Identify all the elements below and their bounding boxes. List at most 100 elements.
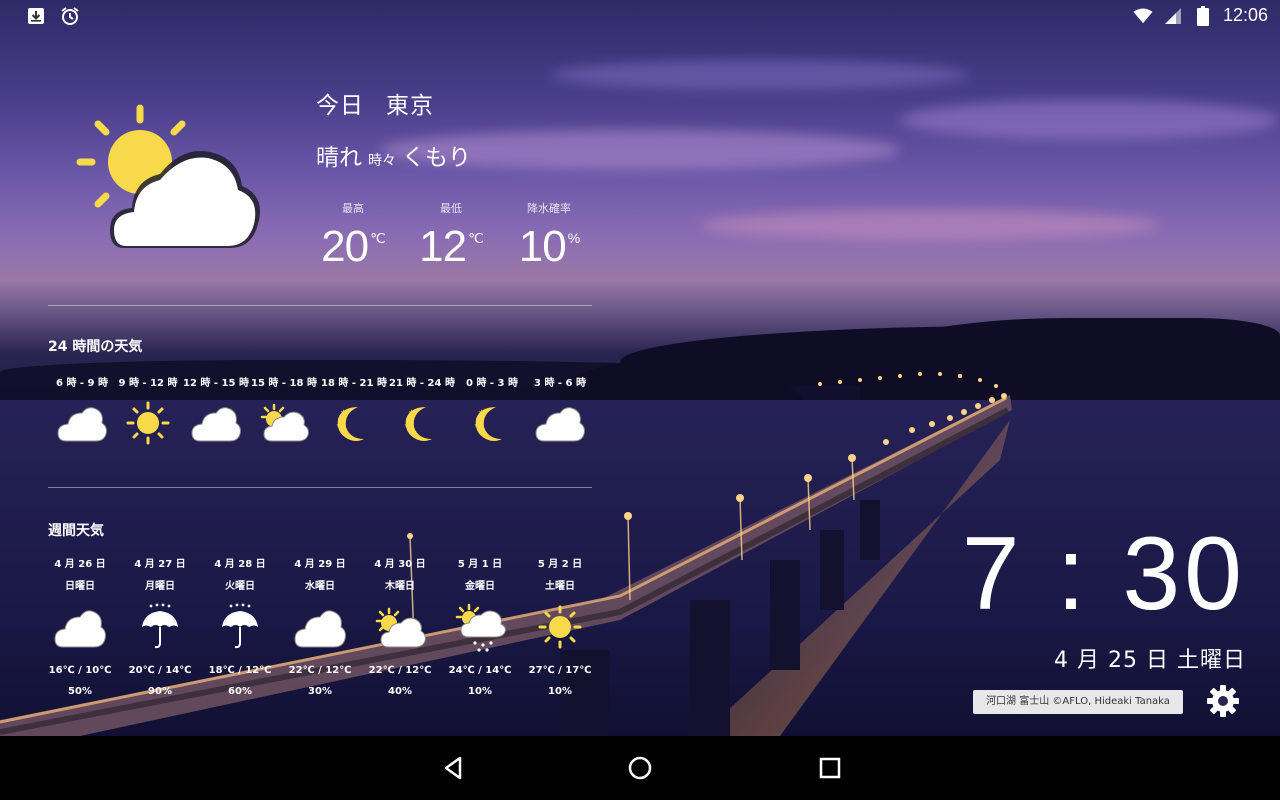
weekly-date: 4 月 30 日 [374,559,426,570]
divider-top [48,305,592,306]
today-header: 今日 東京 [316,86,434,120]
moon-icon: ★★ [336,407,364,441]
today-condition: 晴れ 時々 くもり [316,138,471,172]
hourly-item: 15 時 - 18 時 [250,374,318,445]
high-temp-stat: 最高 20 ℃ [308,200,398,272]
weekly-item: 4 月 30 日 木曜日 22℃ / 12℃ 40% [360,555,440,697]
download-box-icon [26,6,46,26]
weekly-date: 4 月 26 日 [54,559,106,570]
weekly-prob: 50% [68,686,92,697]
hourly-label: 18 時 - 21 時 [321,378,387,389]
svg-text:★: ★ [474,422,479,429]
hourly-item: 9 時 - 12 時 [114,374,182,445]
weekly-item: 4 月 26 日 日曜日 16℃ / 10℃ 50% [40,555,120,697]
hourly-label: 12 時 - 15 時 [183,378,249,389]
weekly-dow: 月曜日 [145,581,175,592]
precip-label: 降水確率 [527,202,571,215]
weekly-prob: 10% [548,686,572,697]
low-temp-stat: 最低 12 ℃ [406,200,496,272]
weekly-item: 5 月 2 日 土曜日 27℃ / 17℃ 10% [520,555,600,697]
today-day-label: 今日 [316,93,364,119]
weekly-temp: 22℃ / 12℃ [288,665,352,676]
back-triangle-icon[interactable] [440,754,468,782]
gear-icon[interactable] [1206,684,1240,718]
sun-icon [126,401,170,445]
weekly-item: 4 月 28 日 火曜日 18℃ / 12℃ 60% [200,555,280,697]
clock-time: 7 : 30 [961,516,1246,632]
condition-main: 晴れ [316,145,362,171]
hourly-label: 6 時 - 9 時 [56,378,108,389]
svg-text:★: ★ [336,422,341,429]
hourly-item: 21 時 - 24 時 ★ ★ [388,374,456,445]
high-temp-label: 最高 [342,202,364,215]
clock-date: 4 月 25 日 土曜日 [1054,648,1246,673]
weekly-dow: 水曜日 [305,581,335,592]
weekly-date: 5 月 2 日 [537,559,583,570]
weekly-forecast: 4 月 26 日 日曜日 16℃ / 10℃ 50% 4 月 27 日 月曜日 … [40,555,600,715]
hourly-item: 0 時 - 3 時 ★ ★ [458,374,526,445]
divider-middle [48,487,592,488]
sun-icon [538,605,582,649]
weekly-prob: 40% [388,686,412,697]
hourly-title: 24 時間の天気 [48,339,143,355]
sun-behind-cloud-icon [375,607,426,648]
weekly-dow: 土曜日 [545,581,575,592]
city-name[interactable]: 東京 [386,93,434,119]
hourly-item: 18 時 - 21 時 ★ ★ [320,374,388,445]
battery-icon [1193,5,1213,26]
high-temp-value: 20 [321,222,369,271]
precip-stat: 降水確率 10% [504,200,594,272]
weekly-temp: 20℃ / 14℃ [128,665,192,676]
sun-cloud-rain-icon [455,603,506,652]
svg-text:★: ★ [340,408,347,417]
weekly-dow: 火曜日 [225,581,255,592]
weekly-temp: 18℃ / 12℃ [208,665,272,676]
weekly-prob: 10% [468,686,492,697]
sun-behind-cloud-icon [76,104,260,248]
status-bar: 12:06 [0,0,1280,32]
cloud-icon [294,610,346,648]
sun-behind-cloud-icon [260,403,309,442]
weekly-temp: 27℃ / 17℃ [528,665,592,676]
weekly-date: 4 月 28 日 [214,559,266,570]
umbrella-icon [222,603,258,649]
hourly-item: 3 時 - 6 時 [526,374,594,445]
weekly-prob: 30% [308,686,332,697]
navigation-bar [0,736,1280,800]
weekly-date: 5 月 1 日 [457,559,503,570]
hourly-item: 6 時 - 9 時 [48,374,116,445]
cloud-icon [191,407,241,442]
cell-signal-icon [1163,6,1183,26]
weekly-prob: 60% [228,686,252,697]
weekly-dow: 日曜日 [65,581,95,592]
low-temp-label: 最低 [440,202,462,215]
weekly-dow: 金曜日 [465,581,495,592]
home-circle-icon[interactable] [626,754,654,782]
photo-credit: 河口湖 富士山 ©AFLO, Hideaki Tanaka [973,690,1183,714]
wifi-icon [1133,6,1153,26]
moon-icon: ★★ [474,407,502,441]
condition-connector: 時々 [368,153,396,169]
weekly-item: 5 月 1 日 金曜日 24℃ / 14℃ 10% [440,555,520,697]
low-temp-value: 12 [419,222,467,271]
recents-square-icon[interactable] [816,754,844,782]
cloud-icon [57,407,107,442]
weekly-temp: 16℃ / 10℃ [48,665,112,676]
status-time: 12:06 [1222,5,1268,25]
weekly-date: 4 月 29 日 [294,559,346,570]
weekly-temp: 24℃ / 14℃ [448,665,512,676]
hourly-item: 12 時 - 15 時 [182,374,250,445]
precip-unit: % [567,230,580,246]
moon-icon: ★★ [404,407,432,441]
umbrella-icon [142,603,178,649]
cloud-icon [535,407,585,442]
alarm-clock-icon [60,6,80,26]
hourly-label: 0 時 - 3 時 [466,378,518,389]
hourly-label: 21 時 - 24 時 [389,378,455,389]
low-temp-unit: ℃ [468,230,484,246]
high-temp-unit: ℃ [370,230,386,246]
hourly-label: 3 時 - 6 時 [534,378,586,389]
svg-text:★: ★ [404,422,409,429]
hourly-label: 15 時 - 18 時 [251,378,317,389]
weekly-date: 4 月 27 日 [134,559,186,570]
